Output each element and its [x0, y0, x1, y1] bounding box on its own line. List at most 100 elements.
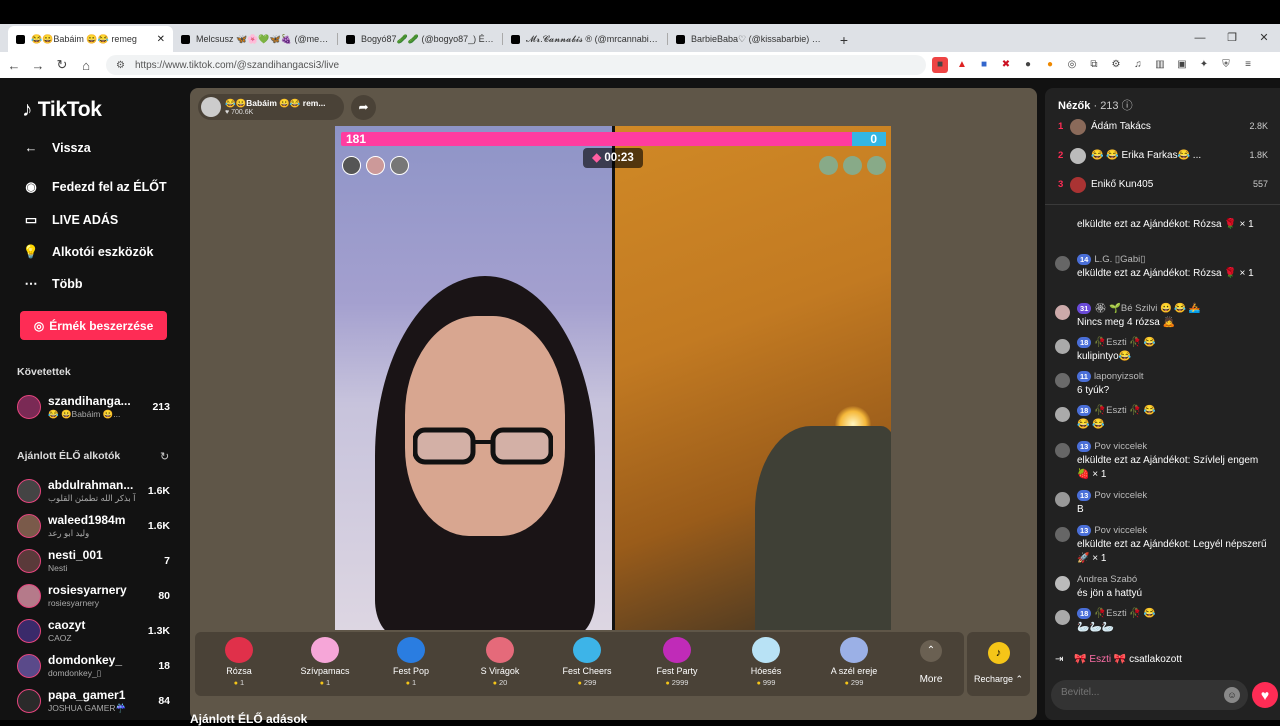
top-gifter-avatar[interactable] [390, 156, 409, 175]
gift-name: Rózsa [226, 666, 252, 676]
top-gifter-avatar[interactable] [366, 156, 385, 175]
recharge-button[interactable]: ♪ Recharge ⌃ [967, 632, 1030, 696]
recommended-account[interactable]: waleed1984m وليد ابو رعد 1.6K [17, 511, 177, 541]
recommended-account[interactable]: abdulrahman... آ بذكر الله تطمئن القلوب … [17, 476, 177, 506]
chat-input-box: ☺ [1051, 680, 1248, 710]
following-account[interactable]: szandihanga... 😂 😀Babáim 😀... 213 [17, 392, 177, 422]
extensions-icon[interactable]: ✦ [1196, 57, 1212, 73]
new-tab-icon[interactable]: + [833, 28, 855, 52]
host-info[interactable]: 😂😀Babáim 😀😂 rem... ♥ 700.6K [198, 94, 344, 120]
home-icon[interactable]: ⌂ [76, 58, 96, 73]
like-heart-button[interactable]: ♥ [1252, 682, 1278, 708]
message-header: Andrea Szabó [1077, 574, 1137, 585]
browser-tab[interactable]: Melcsusz 🦋🌸💚🦋🍇 (@melinda [173, 26, 338, 52]
url-field[interactable]: ⚙ https://www.tiktok.com/@szandihangacsi… [106, 55, 926, 75]
nav-label: Alkotói eszközök [52, 245, 154, 259]
shield-icon[interactable]: ⛨ [1218, 57, 1234, 73]
gift-item[interactable]: Fest Cheers 299 [543, 632, 631, 696]
extension-icon[interactable]: ■ [976, 57, 992, 73]
gift-item[interactable]: Fest Pop 1 [367, 632, 455, 696]
top-viewer[interactable]: 2 😂 😂 Erika Farkas😂 ... 1.8K [1045, 145, 1280, 169]
right-video [615, 126, 891, 630]
avatar [1055, 610, 1070, 625]
gift-item[interactable]: Rózsa 1 [195, 632, 283, 696]
music-icon[interactable]: ♫ [1130, 57, 1146, 73]
restore-icon[interactable]: ❐ [1216, 24, 1248, 52]
top-viewer[interactable]: 3 Enikő Kun405 557 [1045, 174, 1280, 198]
extension-icon[interactable]: ● [1042, 57, 1058, 73]
close-window-icon[interactable]: ✕ [1248, 24, 1280, 52]
battle-video[interactable]: 181 0 ◆ 00:23 [335, 126, 891, 630]
close-tab-icon[interactable]: ✕ [157, 34, 165, 45]
gift-item[interactable]: Hóesés 999 [722, 632, 810, 696]
sender-name: Pov viccelek [1094, 490, 1148, 501]
avatar [1070, 148, 1086, 164]
browser-tab[interactable]: 𝓜𝓻.𝓒𝓪𝓷𝓷𝓪𝓫𝓲𝓼 ® (@mrcannabis_) [503, 26, 668, 52]
extension-icon[interactable]: ▲ [954, 57, 970, 73]
refresh-icon[interactable]: ↻ [160, 450, 169, 463]
account-subtitle: rosiesyarnery [48, 598, 100, 608]
extension-icon[interactable]: ✖ [998, 57, 1014, 73]
gift-name: Fest Cheers [562, 666, 612, 676]
viewer-score: 557 [1252, 179, 1268, 189]
wind-power-gift-icon [840, 637, 868, 663]
message-header: 13 Pov viccelek [1077, 441, 1147, 452]
recharge-label: Recharge ⌃ [973, 674, 1024, 684]
menu-icon[interactable]: ≡ [1240, 57, 1256, 73]
chat-panel: Nézők · 213 ⓘ 1 Ádám Takács 2.8K 2 😂 😂 E… [1045, 88, 1280, 720]
nav-more[interactable]: ⋯ Több [22, 276, 83, 292]
get-coins-button[interactable]: ◎ Érmék beszerzése [20, 311, 167, 340]
recommended-account[interactable]: papa_gamer1 JOSHUA GAMER☔ 84 [17, 686, 177, 716]
sender-name: L.G. ▯Gabi▯ [1094, 254, 1146, 265]
emoji-icon[interactable]: ☺ [1224, 687, 1240, 703]
extension-icon[interactable]: ⧉ [1086, 57, 1102, 73]
share-icon[interactable]: ➦ [351, 95, 376, 120]
video-person [755, 426, 891, 630]
recommended-account[interactable]: caozyt CAOZ 1.3K [17, 616, 177, 646]
browser-tab[interactable]: 😂😀Babáim 😀😂 remeg ✕ [8, 26, 173, 52]
account-name: nesti_001 [48, 548, 103, 562]
message-text: és jön a hattyú [1077, 588, 1143, 599]
recommended-account[interactable]: domdonkey_ domdonkey_▯ 18 [17, 651, 177, 681]
gift-item[interactable]: A szél ereje 299 [810, 632, 898, 696]
nav-go-live[interactable]: ▭ LIVE ADÁS [22, 212, 118, 228]
nav-explore-live[interactable]: ◉ Fedezd fel az ÉLŐT [22, 179, 166, 195]
tab-title: 𝓜𝓻.𝓒𝓪𝓷𝓷𝓪𝓫𝓲𝓼 ® (@mrcannabis_) [526, 33, 660, 44]
minimize-icon[interactable]: — [1184, 24, 1216, 52]
chat-input[interactable] [1061, 687, 1211, 698]
nav-creator-tools[interactable]: 💡 Alkotói eszközök [22, 244, 154, 260]
divider [1045, 204, 1280, 205]
extension-icon[interactable]: ■ [932, 57, 948, 73]
top-gifter-avatar[interactable] [342, 156, 361, 175]
gift-item[interactable]: S Virágok 20 [456, 632, 544, 696]
gift-item[interactable]: Fest Party 2999 [633, 632, 721, 696]
nav-back[interactable]: ← Vissza [22, 140, 91, 155]
extension-icon[interactable]: ◎ [1064, 57, 1080, 73]
browser-tab[interactable]: BarbieBaba♡ (@kissabarbie) ÉLŐ a [668, 26, 833, 52]
tiktok-logo[interactable]: ♪ TikTok [22, 98, 102, 122]
wallet-icon[interactable]: ▣ [1174, 57, 1190, 73]
account-subtitle: JOSHUA GAMER☔ [48, 703, 127, 713]
nav-label: Vissza [52, 140, 91, 155]
timer-text: 00:23 [604, 152, 634, 164]
reload-icon[interactable]: ↻ [52, 57, 72, 73]
extension-icon[interactable]: ⚙ [1108, 57, 1124, 73]
recommended-account[interactable]: nesti_001 Nesti 7 [17, 546, 177, 576]
extension-icon[interactable]: ● [1020, 57, 1036, 73]
back-icon[interactable]: ← [4, 58, 24, 73]
forward-icon[interactable]: → [28, 58, 48, 73]
more-gifts-button[interactable]: ⌃ More [911, 640, 951, 685]
top-viewer[interactable]: 1 Ádám Takács 2.8K [1045, 116, 1280, 140]
host-likes-count: 700.6K [231, 109, 254, 116]
browser-tab[interactable]: Bogyó87🥒🥒 (@bogyo87_) ÉLŐ a [338, 26, 503, 52]
joined-text: csatlakozott [1129, 654, 1182, 665]
site-info-icon[interactable]: ⚙ [116, 60, 125, 71]
account-subtitle: domdonkey_▯ [48, 668, 102, 678]
recommended-account[interactable]: rosiesyarnery rosiesyarnery 80 [17, 581, 177, 611]
sidebar-icon[interactable]: ▥ [1152, 57, 1168, 73]
gift-item[interactable]: Szívpamacs 1 [281, 632, 369, 696]
info-icon[interactable]: ⓘ [1122, 100, 1133, 112]
viewer-count: 18 [158, 660, 170, 672]
message-text: elküldte ezt az Ajándékot: Szívlelj enge… [1077, 455, 1259, 480]
browser-tab-bar: 😂😀Babáim 😀😂 remeg ✕ Melcsusz 🦋🌸💚🦋🍇 (@mel… [0, 24, 1280, 52]
